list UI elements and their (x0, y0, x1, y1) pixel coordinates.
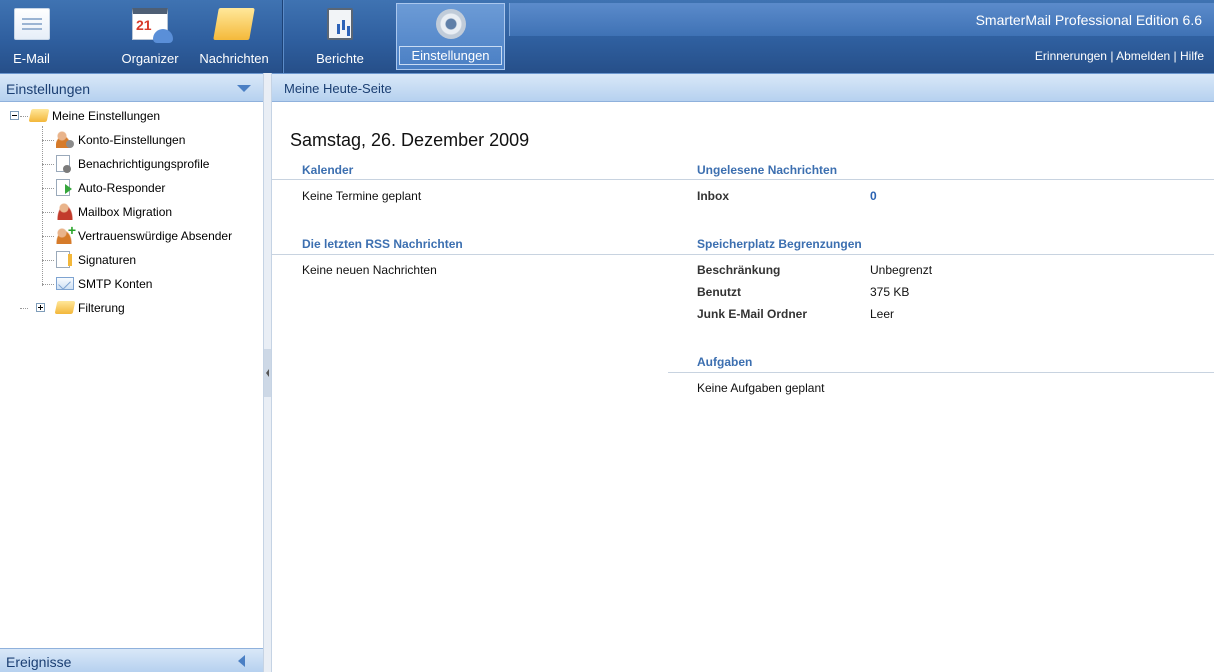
tree-item-label: Benachrichtigungsprofile (78, 157, 210, 171)
signature-icon (56, 251, 72, 268)
content-title: Meine Heute-Seite (284, 81, 392, 96)
app-title: SmarterMail Professional Edition 6.6 (975, 12, 1202, 28)
tree-connector (42, 164, 54, 165)
unread-section-title: Ungelesene Nachrichten (697, 163, 838, 177)
email-button-label: E-Mail (13, 51, 50, 66)
tree-item-label: Signaturen (78, 253, 137, 267)
expand-toggle[interactable] (36, 303, 45, 312)
gear-icon (435, 9, 466, 39)
collapse-toggle[interactable] (10, 111, 19, 120)
calendar-section-title: Kalender (302, 163, 354, 177)
tree-item-label: Konto-Einstellungen (78, 133, 186, 147)
toolbar-divider (282, 0, 283, 73)
tree-item-label: Mailbox Migration (78, 205, 173, 219)
folder-open-icon (28, 109, 50, 122)
panel-splitter[interactable] (263, 73, 272, 672)
tree-connector (20, 116, 28, 117)
tree-item-label: Vertrauenswürdige Absender (78, 229, 233, 243)
link-separator: | (1173, 49, 1177, 63)
storage-used-label: Benutzt (697, 285, 741, 299)
divider (668, 254, 1214, 255)
settings-button-label: Einstellungen (399, 46, 502, 65)
tree-root-label: Meine Einstellungen (52, 109, 161, 123)
smtp-icon (56, 277, 74, 290)
divider (272, 254, 668, 255)
title-bar: SmarterMail Professional Edition 6.6 (509, 3, 1214, 36)
messages-button[interactable]: Nachrichten (192, 3, 276, 70)
help-link[interactable]: Hilfe (1180, 49, 1204, 63)
top-links: Erinnerungen | Abmelden | Hilfe (1035, 49, 1204, 63)
tree-connector (42, 126, 43, 286)
storage-used-value: 375 KB (870, 285, 910, 299)
tree-connector (42, 140, 54, 141)
main-toolbar: E-Mail Organizer Nachrichten Berichte Ei… (0, 0, 1214, 73)
logout-link[interactable]: Abmelden (1116, 49, 1170, 63)
sidebar-title: Einstellungen (6, 81, 91, 97)
content-header: Meine Heute-Seite (272, 73, 1214, 102)
tree-connector (42, 236, 54, 237)
report-icon (327, 8, 353, 40)
tree-connector (20, 308, 28, 309)
settings-button[interactable]: Einstellungen (396, 3, 505, 70)
inbox-unread-count[interactable]: 0 (870, 189, 877, 203)
tree-item-label: Filterung (78, 301, 125, 315)
tasks-section-title: Aufgaben (697, 355, 753, 369)
reminders-link[interactable]: Erinnerungen (1035, 49, 1107, 63)
sidebar-header[interactable]: Einstellungen (0, 73, 263, 102)
mailbox-migration-icon (56, 203, 74, 220)
email-button[interactable]: E-Mail (0, 3, 63, 70)
collapse-down-icon[interactable] (237, 85, 251, 92)
folder-icon (54, 301, 76, 314)
divider (668, 179, 1214, 180)
mail-icon (13, 8, 50, 40)
calendar-empty-text: Keine Termine geplant (302, 189, 422, 203)
junk-folder-label: Junk E-Mail Ordner (697, 307, 808, 321)
collapse-sidebar-handle[interactable] (264, 349, 271, 397)
calendar-icon (132, 8, 173, 43)
storage-limit-value: Unbegrenzt (870, 263, 933, 277)
rss-empty-text: Keine neuen Nachrichten (302, 263, 437, 277)
folder-icon (213, 8, 255, 40)
storage-limit-label: Beschränkung (697, 263, 781, 277)
rss-section-title: Die letzten RSS Nachrichten (302, 237, 463, 251)
tree-item-label: SMTP Konten (78, 277, 153, 291)
reports-button[interactable]: Berichte (300, 3, 380, 70)
today-date: Samstag, 26. Dezember 2009 (290, 130, 530, 150)
events-panel-header[interactable]: Ereignisse (0, 648, 263, 672)
inbox-label: Inbox (697, 189, 729, 203)
storage-section-title: Speicherplatz Begrenzungen (697, 237, 862, 251)
trusted-sender-icon (56, 222, 76, 244)
organizer-button[interactable]: Organizer (112, 3, 188, 70)
tree-item-label: Auto-Responder (78, 181, 166, 195)
tree-connector (42, 212, 54, 213)
main-content: Meine Heute-Seite Samstag, 26. Dezember … (272, 73, 1214, 672)
divider (272, 179, 668, 180)
link-separator: | (1110, 49, 1114, 63)
organizer-button-label: Organizer (121, 51, 179, 66)
auto-responder-icon (56, 179, 72, 196)
tree-connector (42, 260, 54, 261)
tasks-empty-text: Keine Aufgaben geplant (697, 381, 825, 395)
tree-connector (42, 188, 54, 189)
tree-connector (42, 284, 54, 285)
divider (668, 372, 1214, 373)
events-title: Ereignisse (6, 654, 72, 670)
reports-button-label: Berichte (316, 51, 364, 66)
expand-left-icon[interactable] (238, 655, 245, 667)
junk-folder-value: Leer (870, 307, 895, 321)
sidebar: Einstellungen Meine Einstellungen Konto-… (0, 73, 263, 672)
user-settings-icon (56, 131, 74, 148)
messages-button-label: Nachrichten (199, 51, 269, 66)
notification-profile-icon (56, 155, 71, 173)
